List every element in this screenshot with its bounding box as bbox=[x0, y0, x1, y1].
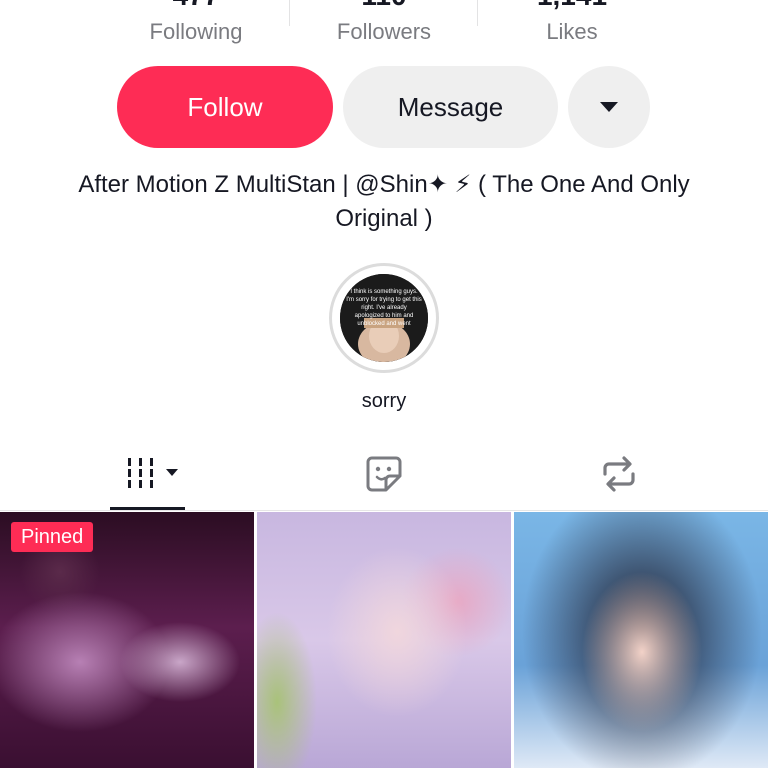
grid-icon bbox=[128, 458, 178, 488]
following-label: Following bbox=[149, 19, 243, 44]
message-button[interactable]: Message bbox=[343, 66, 558, 148]
sticker-icon bbox=[366, 456, 402, 492]
follow-button-label: Follow bbox=[187, 91, 263, 122]
tab-videos[interactable] bbox=[0, 448, 256, 510]
follow-button[interactable]: Follow bbox=[117, 66, 333, 148]
repost-icon bbox=[603, 456, 635, 492]
following-count: 477 bbox=[101, 0, 291, 10]
caret-down-icon bbox=[600, 102, 618, 112]
message-button-label: Message bbox=[397, 91, 504, 122]
pinned-badge: Pinned bbox=[11, 522, 94, 552]
profile-bio: After Motion Z MultiStan | @Shin✦ ⚡ ( Th… bbox=[78, 171, 690, 232]
video-thumbnail[interactable] bbox=[514, 512, 768, 768]
followers-count: 110 bbox=[289, 0, 479, 10]
tab-reposts[interactable] bbox=[512, 448, 768, 510]
highlight-thumbnail: I think is something guys. I'm sorry for… bbox=[340, 274, 428, 362]
followers-label: Followers bbox=[336, 19, 432, 44]
tab-liked[interactable] bbox=[256, 448, 512, 510]
video-thumbnail[interactable] bbox=[257, 512, 511, 768]
story-highlight[interactable]: I think is something guys. I'm sorry for… bbox=[329, 263, 439, 373]
highlight-thumb-text: I think is something guys. I'm sorry for… bbox=[346, 289, 422, 327]
likes-label: Likes bbox=[546, 19, 598, 44]
more-options-button[interactable] bbox=[568, 66, 650, 148]
tabs-divider bbox=[0, 510, 768, 511]
likes-count: 1,141 bbox=[477, 0, 667, 10]
highlight-label: sorry bbox=[361, 390, 407, 412]
selected-tab-indicator bbox=[110, 507, 185, 510]
